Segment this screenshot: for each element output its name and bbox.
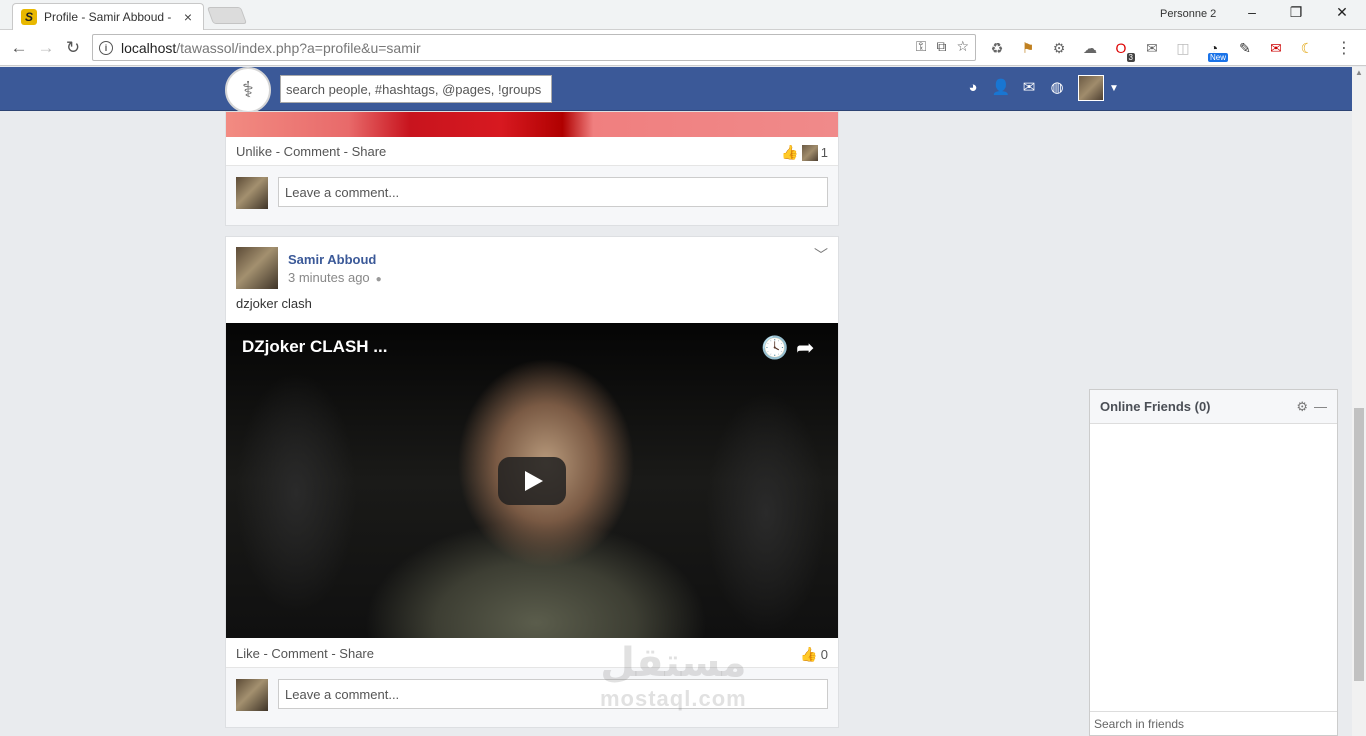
watch-later-clock-icon[interactable]: 🕓 — [761, 335, 788, 361]
online-friends-panel: Online Friends (0) ⚙ — — [1089, 389, 1338, 736]
mail-extension-icon[interactable]: ✉ — [1141, 38, 1163, 58]
video-embed[interactable]: DZjoker CLASH ... 🕓 ➦ — [226, 323, 838, 638]
comment-input[interactable] — [278, 679, 828, 709]
extension-badge-new: New — [1207, 53, 1228, 62]
post-time-text: 3 minutes ago — [288, 270, 370, 285]
stethoscope-logo-icon[interactable]: ⚕ — [225, 67, 271, 113]
speed-extension-icon[interactable]: ◔ New — [1203, 38, 1228, 62]
video-title[interactable]: DZjoker CLASH ... — [242, 337, 387, 357]
header-user-avatar[interactable] — [1078, 75, 1104, 101]
browser-tabbar: S Profile - Samir Abboud - × Personne 2 … — [0, 0, 1366, 30]
notifications-globe-icon[interactable]: ◍ — [1048, 78, 1066, 96]
minimize-icon[interactable]: – — [1242, 4, 1262, 20]
header-nav-icons: ◕ 👤 ✉ ◍ — [964, 78, 1066, 97]
reload-icon[interactable]: ↻ — [62, 37, 84, 59]
settings-gear-icon[interactable]: ⚙ — [1296, 399, 1308, 415]
browser-tab[interactable]: S Profile - Samir Abboud - × — [12, 3, 204, 30]
eyedropper-extension-icon[interactable]: ✎ — [1234, 38, 1256, 58]
scroll-up-arrow-icon[interactable]: ▲ — [1352, 68, 1366, 80]
post-image[interactable] — [226, 112, 838, 137]
browser-menu-icon[interactable]: ⋮ — [1336, 38, 1352, 58]
site-header: ⚕ ◕ 👤 ✉ ◍ ▼ — [0, 67, 1352, 113]
author-avatar[interactable] — [236, 247, 278, 289]
minimize-panel-icon[interactable]: — — [1314, 399, 1327, 414]
commenter-avatar — [236, 177, 268, 209]
post-author[interactable]: Samir Abboud — [288, 252, 376, 267]
info-icon[interactable]: i — [99, 40, 113, 55]
play-icon — [525, 471, 543, 491]
forward-icon[interactable]: → — [35, 37, 57, 59]
extension-icons: ♻ ⚑ ⚙ ☁ O3 ✉ ◫ ◔ New ✎ ✉ ☾ — [986, 38, 1318, 62]
thumbs-up-icon[interactable]: 👍 — [781, 144, 798, 161]
post-options-chevron-icon[interactable]: ﹀ — [814, 245, 828, 265]
post-actions[interactable]: Unlike - Comment - Share — [236, 144, 386, 159]
restore-icon[interactable]: ❐ — [1286, 4, 1306, 21]
share-arrow-icon[interactable]: ➦ — [796, 335, 814, 361]
moon-extension-icon[interactable]: ☾ — [1296, 38, 1318, 58]
flag-extension-icon[interactable]: ⚑ — [1017, 38, 1039, 58]
play-button[interactable] — [498, 457, 566, 505]
new-tab-button[interactable] — [206, 7, 248, 24]
comment-input[interactable] — [278, 177, 828, 207]
post-text: dzjoker clash — [236, 296, 312, 311]
scroll-thumb[interactable] — [1354, 408, 1364, 681]
tab-close-icon[interactable]: × — [181, 9, 195, 25]
translate-icon[interactable]: ⧉ — [936, 38, 946, 55]
extension-badge-count: 3 — [1126, 53, 1135, 62]
camera-extension-icon[interactable]: ◫ — [1172, 38, 1194, 58]
tab-title: Profile - Samir Abboud - — [44, 10, 172, 24]
friends-panel-title[interactable]: Online Friends (0) — [1100, 399, 1290, 414]
comment-area — [226, 667, 838, 727]
window-close-icon[interactable]: ✕ — [1332, 4, 1352, 21]
url-path: /tawassol/index.php?a=profile&u=samir — [176, 39, 421, 56]
thumbs-up-icon[interactable]: 👍 — [800, 646, 817, 663]
bookmark-star-icon[interactable]: ☆ — [956, 38, 969, 55]
messages-icon[interactable]: ✉ — [1020, 78, 1038, 96]
friends-search-input[interactable] — [1090, 711, 1337, 735]
dashboard-icon[interactable]: ◕ — [964, 78, 982, 96]
caret-down-icon[interactable]: ▼ — [1109, 83, 1119, 94]
like-count: 👍 0 — [800, 646, 828, 663]
post-card: Samir Abboud 3 minutes ago ● ﹀ dzjoker cl… — [225, 236, 839, 728]
pdf-extension-icon[interactable]: ✉ — [1265, 38, 1287, 58]
cog-extension-icon[interactable]: ⚙ — [1048, 38, 1070, 58]
privacy-globe-icon: ● — [375, 274, 382, 285]
comment-area — [226, 165, 838, 225]
post-card: Unlike - Comment - Share 👍 1 — [225, 111, 839, 226]
browser-profile-name[interactable]: Personne 2 — [1160, 8, 1216, 20]
site-favicon-icon: S — [21, 9, 37, 25]
address-bar[interactable]: i localhost/tawassol/index.php?a=profile… — [92, 34, 976, 61]
browser-toolbar: ← → ↻ i localhost/tawassol/index.php?a=p… — [0, 30, 1366, 66]
liker-avatar[interactable] — [801, 144, 818, 161]
post-actions[interactable]: Like - Comment - Share — [236, 646, 374, 661]
friends-icon[interactable]: 👤 — [992, 78, 1011, 96]
like-count-value: 0 — [820, 647, 828, 662]
recycle-extension-icon[interactable]: ♻ — [986, 38, 1008, 58]
back-icon[interactable]: ← — [8, 37, 30, 59]
url-host: localhost — [121, 39, 177, 56]
site-search-input[interactable] — [280, 75, 552, 103]
key-icon[interactable]: ⚿ — [916, 38, 927, 55]
post-timestamp: 3 minutes ago ● — [288, 270, 382, 285]
opera-extension-icon[interactable]: O3 — [1110, 38, 1135, 62]
friends-panel-header: Online Friends (0) ⚙ — — [1090, 390, 1337, 424]
like-count: 👍 1 — [781, 144, 828, 161]
cloud-extension-icon[interactable]: ☁ — [1079, 38, 1101, 58]
like-count-value: 1 — [820, 145, 828, 160]
commenter-avatar — [236, 679, 268, 711]
